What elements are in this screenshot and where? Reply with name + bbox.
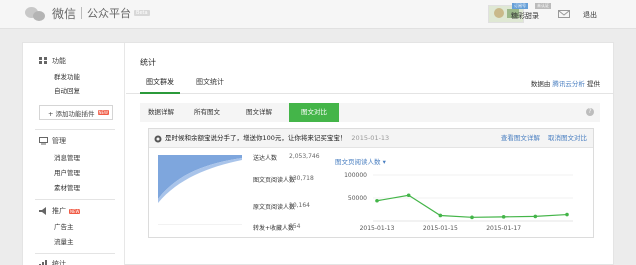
tab-mass-send-articles[interactable]: 图文群发: [140, 75, 180, 94]
add-plugin-button[interactable]: + 添加功能插件 NEW: [39, 105, 113, 120]
tencent-analytics-link[interactable]: 腾讯云分析: [552, 80, 585, 88]
data-point: [501, 215, 506, 219]
funnel-value: 10,164: [289, 202, 310, 209]
main-panel: 功能 群发功能 自动回复 + 添加功能插件 NEW 管理 消息管理 用户管理 素…: [22, 42, 614, 265]
subtab-article-details[interactable]: 图文详解: [234, 103, 284, 122]
sidebar-divider: [35, 129, 115, 130]
sidebar: 功能 群发功能 自动回复 + 添加功能插件 NEW 管理 消息管理 用户管理 素…: [23, 43, 125, 265]
funnel-value: 954: [289, 223, 301, 230]
funnel-label: 转发+收藏人数: [253, 225, 295, 232]
funnel-row: 送达人数 2,053,746: [253, 153, 320, 162]
top-bar: 微信 公众平台 Beta 订阅号 未认证 糖彩甜录 退出: [0, 0, 636, 29]
subtab-all-articles[interactable]: 所有图文: [182, 103, 232, 122]
article-date: 2015-01-13: [351, 134, 390, 142]
platform-name: 公众平台: [87, 7, 132, 20]
data-source-suffix: 提供: [587, 80, 600, 88]
line-chart: 50000 100000 2015-01-13 2015-01-15 2015-01-1…: [344, 172, 573, 232]
data-source-prefix: 数据由: [530, 80, 551, 88]
data-point: [470, 215, 474, 220]
chart-metric-dropdown[interactable]: 图文页阅读人数 ▾: [335, 156, 386, 166]
data-point: [438, 213, 443, 218]
sidebar-section-manage: 管理: [39, 136, 66, 146]
logo-divider: [81, 7, 83, 19]
verification-badge: 未认证: [535, 3, 551, 9]
content-area: 统计 图文群发 图文统计 数据由 腾讯云分析 提供 数据详解 所有图文 图文详解…: [126, 43, 614, 265]
sidebar-section-promote: 推广 NEW: [39, 206, 81, 216]
funnel-row: 图文页阅读人数 130,718: [253, 175, 323, 184]
sidebar-item-mass-send[interactable]: 群发功能: [54, 71, 80, 81]
article-icon: [154, 135, 162, 142]
data-point: [565, 212, 569, 217]
sidebar-item-materials[interactable]: 素材管理: [54, 182, 80, 192]
sidebar-section-title: 统计: [52, 260, 66, 265]
data-source: 数据由 腾讯云分析 提供: [531, 78, 600, 88]
card-actions: 查看图文详解 取消图文对比: [501, 129, 587, 148]
page-title: 统计: [140, 58, 156, 67]
app-name: 微信: [52, 6, 77, 21]
chart-icon: [39, 260, 48, 265]
sidebar-section-features: 功能: [39, 56, 66, 66]
account-name[interactable]: 糖彩甜录: [511, 11, 539, 21]
comparison-card: 是时候和余额宝说分手了，增送你100元，让你将来记买宝宝！ 2015-01-13…: [148, 128, 594, 238]
megaphone-icon: [39, 207, 48, 215]
beta-badge: Beta: [134, 10, 150, 16]
cancel-compare-link[interactable]: 取消图文对比: [548, 134, 587, 142]
help-icon[interactable]: ?: [586, 108, 594, 116]
y-tick-label: 100000: [344, 172, 367, 179]
series-line: [376, 194, 568, 218]
funnel-chart: [158, 155, 242, 225]
grid-icon: [39, 57, 48, 65]
data-point: [533, 214, 538, 219]
funnel-value: 2,053,746: [289, 153, 320, 160]
account-type-badge: 订阅号: [512, 3, 528, 9]
funnel-row: 原文页阅读人数 10,164: [253, 202, 310, 211]
tab-article-stats[interactable]: 图文统计: [190, 75, 230, 94]
y-tick-label: 50000: [348, 195, 367, 202]
wechat-logo[interactable]: 微信 公众平台 Beta: [24, 4, 150, 22]
sidebar-section-title: 管理: [52, 137, 66, 145]
sidebar-section-title: 推广: [52, 207, 66, 215]
x-tick-label: 2015-01-15: [423, 225, 458, 232]
article-headline: 是时候和余额宝说分手了，增送你100元，让你将来记买宝宝！ 2015-01-13: [154, 129, 389, 148]
wechat-logo-icon: [24, 4, 48, 22]
funnel-row: 转发+收藏人数 954: [253, 223, 300, 232]
sidebar-divider: [35, 253, 115, 254]
x-tick-label: 2015-01-17: [486, 225, 521, 232]
sidebar-divider: [35, 199, 115, 200]
sidebar-section-title: 功能: [52, 57, 66, 65]
funnel-label: 送达人数: [253, 155, 278, 162]
data-point: [406, 193, 411, 198]
sidebar-item-users[interactable]: 用户管理: [54, 167, 80, 177]
sub-tabs: 数据详解 所有图文 图文详解 图文对比 ?: [140, 103, 600, 122]
sidebar-section-stats: 统计: [39, 259, 66, 265]
data-point: [375, 198, 379, 203]
card-header: 是时候和余额宝说分手了，增送你100元，让你将来记买宝宝！ 2015-01-13…: [149, 129, 593, 148]
sidebar-item-publisher[interactable]: 流量主: [54, 236, 74, 246]
funnel-value: 130,718: [289, 175, 314, 182]
logout-link[interactable]: 退出: [583, 10, 597, 20]
new-badge: NEW: [69, 208, 81, 214]
add-plugin-label: + 添加功能插件: [48, 109, 95, 118]
subtab-data-overview[interactable]: 数据详解: [140, 103, 182, 122]
mail-icon[interactable]: [558, 10, 570, 18]
monitor-icon: [39, 137, 48, 145]
sidebar-item-auto-reply[interactable]: 自动回复: [54, 85, 80, 95]
x-tick-label: 2015-01-13: [360, 225, 395, 232]
subtab-article-compare[interactable]: 图文对比: [289, 103, 339, 122]
sidebar-item-messages[interactable]: 消息管理: [54, 152, 80, 162]
sidebar-item-advertiser[interactable]: 广告主: [54, 221, 74, 231]
new-badge: NEW: [97, 110, 109, 115]
article-title[interactable]: 是时候和余额宝说分手了，增送你100元，让你将来记买宝宝！: [165, 129, 346, 148]
view-details-link[interactable]: 查看图文详解: [501, 134, 540, 142]
